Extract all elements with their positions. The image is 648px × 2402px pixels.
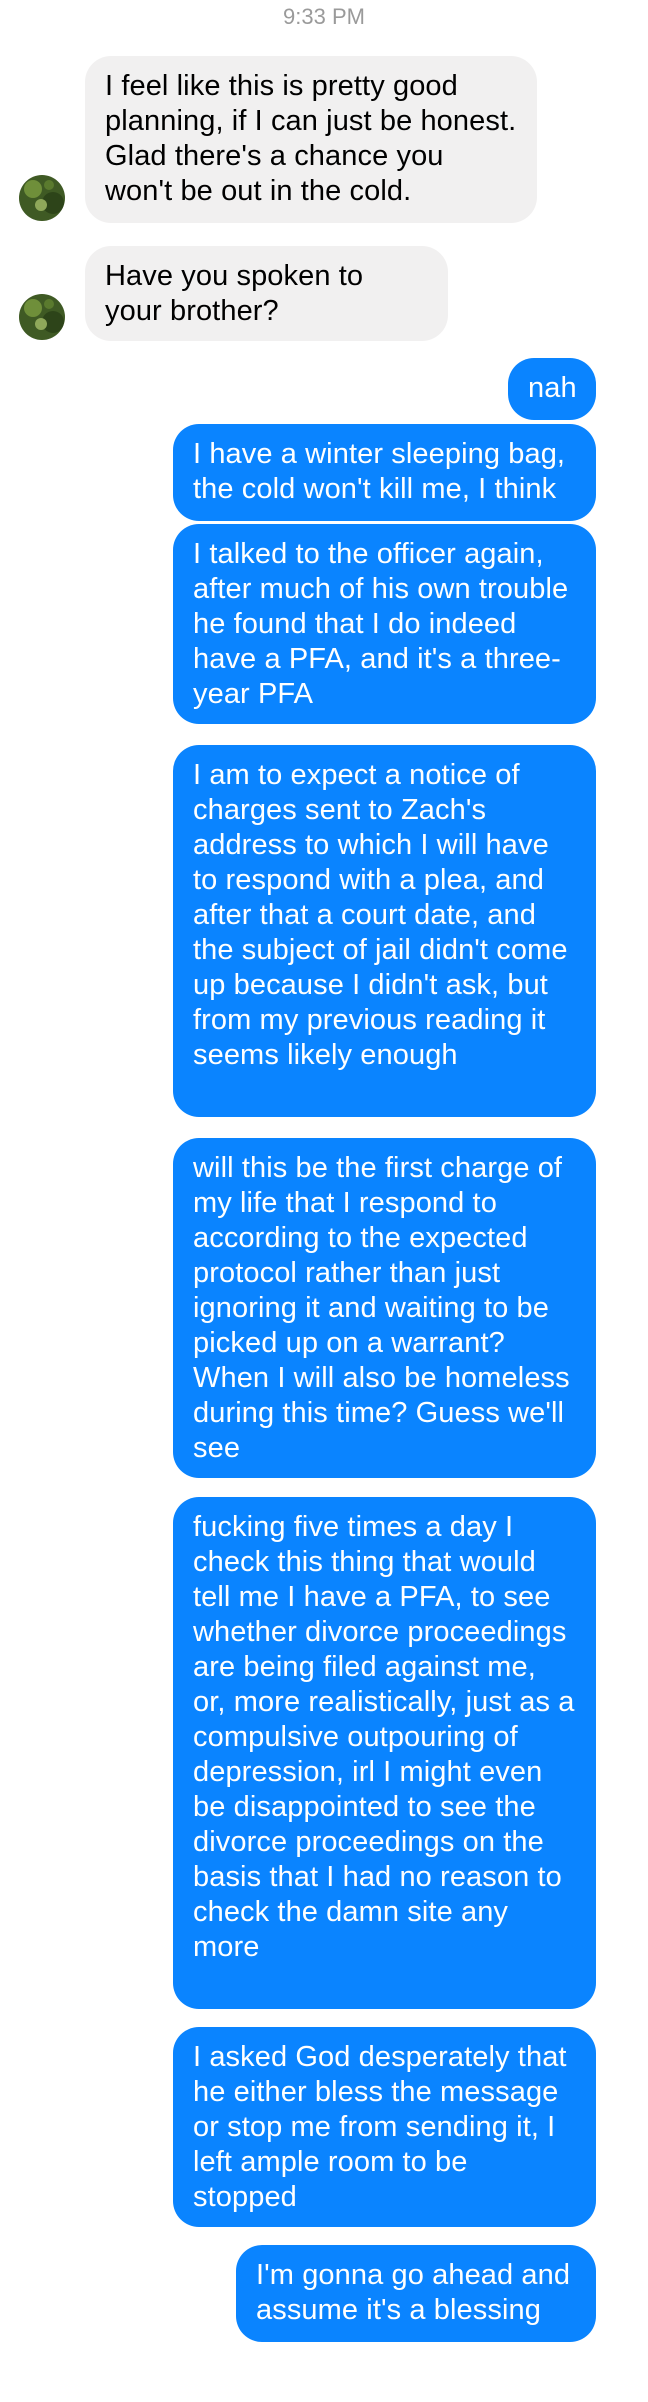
timestamp: 9:33 PM (283, 4, 365, 29)
message-bubble-incoming[interactable]: Have you spoken to your brother? (85, 246, 448, 341)
message-bubble-outgoing[interactable]: I'm gonna go ahead and assume it's a ble… (236, 2245, 596, 2342)
contact-avatar[interactable] (19, 294, 65, 340)
message-bubble-outgoing[interactable]: nah (508, 358, 596, 420)
message-bubble-outgoing[interactable]: I asked God desperately that he either b… (173, 2027, 596, 2227)
avatar-photo-icon (19, 294, 65, 340)
avatar-photo-icon (19, 175, 65, 221)
message-bubble-outgoing[interactable]: I am to expect a notice of charges sent … (173, 745, 596, 1117)
message-bubble-outgoing[interactable]: fucking five times a day I check this th… (173, 1497, 596, 2009)
message-bubble-outgoing[interactable]: I talked to the officer again, after muc… (173, 524, 596, 724)
contact-avatar[interactable] (19, 175, 65, 221)
message-bubble-outgoing[interactable]: I have a winter sleeping bag, the cold w… (173, 424, 596, 521)
message-bubble-outgoing[interactable]: will this be the first charge of my life… (173, 1138, 596, 1478)
message-bubble-incoming[interactable]: I feel like this is pretty good planning… (85, 56, 537, 223)
